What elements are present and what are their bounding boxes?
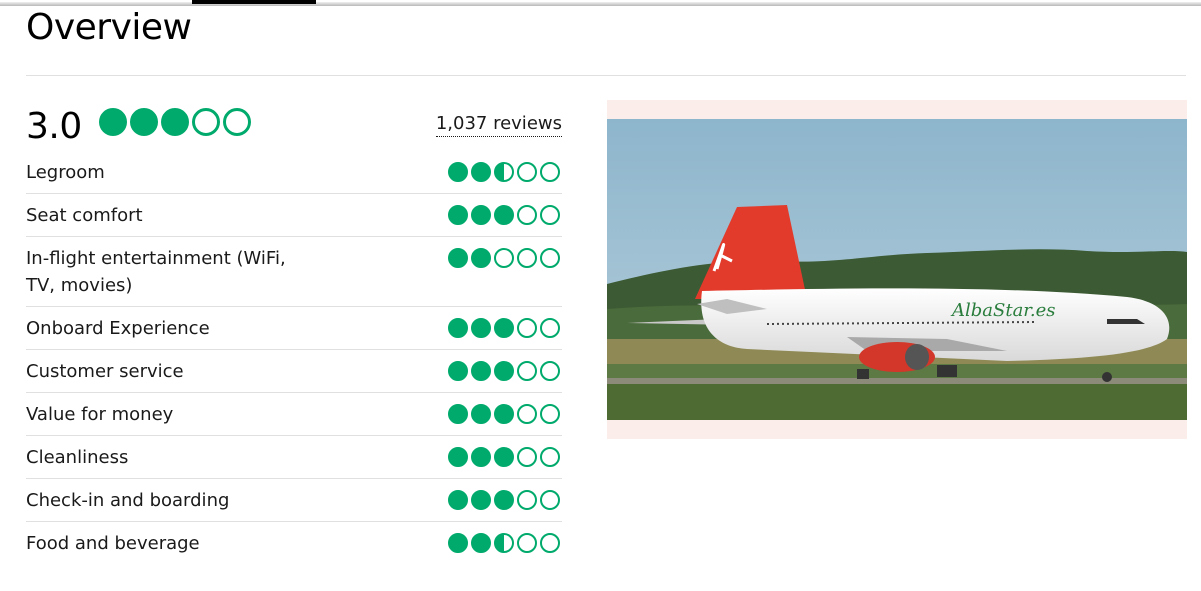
rating-row: Legroom [26, 151, 562, 194]
overview-page: Overview 3.0 1,037 reviews Legroom Seat c… [0, 0, 1201, 591]
rating-bubble [448, 361, 468, 381]
overall-rating: 3.0 1,037 reviews [26, 100, 562, 150]
airline-photo[interactable]: AlbaStar.es [607, 100, 1187, 439]
rating-bubble [494, 533, 514, 553]
rating-bubble [494, 162, 514, 182]
reviews-link[interactable]: 1,037 reviews [435, 112, 562, 137]
rating-bubble [517, 162, 537, 182]
rating-bubble [540, 404, 560, 424]
rating-bubble [540, 318, 560, 338]
rating-bubble [471, 404, 491, 424]
rating-bubble [494, 318, 514, 338]
rating-bubble [540, 447, 560, 467]
page-title: Overview [26, 7, 192, 48]
rating-bubble [448, 162, 468, 182]
rating-bubble [540, 162, 560, 182]
rating-bubble [540, 205, 560, 225]
rating-bubble [448, 404, 468, 424]
rating-bubbles [448, 162, 560, 182]
rating-label: Cleanliness [26, 447, 129, 468]
rating-bubble [471, 205, 491, 225]
rating-label: Check-in and boarding [26, 490, 230, 511]
rating-bubble [448, 318, 468, 338]
rating-row: Onboard Experience [26, 307, 562, 350]
rating-bubble [494, 447, 514, 467]
rating-bubbles [448, 205, 560, 225]
rating-bubble [540, 361, 560, 381]
rating-bubble [494, 361, 514, 381]
rating-bubble [471, 361, 491, 381]
rating-bubbles [448, 318, 560, 338]
rating-bubbles [448, 447, 560, 467]
rating-bubble [471, 248, 491, 268]
rating-bubble [494, 404, 514, 424]
rating-bubble [517, 205, 537, 225]
rating-bubble [540, 490, 560, 510]
rating-bubble [494, 490, 514, 510]
rating-bubble [540, 248, 560, 268]
airplane-photo-image: AlbaStar.es [607, 119, 1187, 420]
rating-label: Customer service [26, 361, 184, 382]
rating-row: Food and beverage [26, 522, 562, 565]
rating-bubble [540, 533, 560, 553]
rating-bubble [517, 248, 537, 268]
rating-bubble [448, 205, 468, 225]
rating-label: Legroom [26, 162, 105, 183]
rating-label: Onboard Experience [26, 318, 210, 339]
rating-bubble [494, 205, 514, 225]
rating-bubble [517, 361, 537, 381]
rating-bubble [471, 318, 491, 338]
rating-bubble [471, 447, 491, 467]
rating-label: Seat comfort [26, 205, 143, 226]
overall-score: 3.0 [26, 106, 82, 147]
rating-row: Check-in and boarding [26, 479, 562, 522]
rating-bubble [192, 108, 220, 136]
rating-bubble [448, 490, 468, 510]
rating-row: In-flight entertainment (WiFi, TV, movie… [26, 237, 562, 307]
rating-bubble [99, 108, 127, 136]
rating-row: Cleanliness [26, 436, 562, 479]
rating-bubbles [448, 404, 560, 424]
rating-bubble [471, 162, 491, 182]
rating-bubble [494, 248, 514, 268]
rating-bubble [471, 533, 491, 553]
rating-bubble [517, 533, 537, 553]
rating-row: Value for money [26, 393, 562, 436]
rating-row: Seat comfort [26, 194, 562, 237]
rating-bubbles [448, 490, 560, 510]
rating-bubble [471, 490, 491, 510]
rating-breakdown-list: Legroom Seat comfort In-flight entertainme… [26, 151, 562, 565]
rating-label: Food and beverage [26, 533, 200, 554]
rating-label: In-flight entertainment (WiFi, TV, movie… [26, 248, 286, 296]
overall-bubble-rating [99, 108, 251, 136]
active-tab-indicator[interactable] [192, 0, 316, 4]
rating-bubble [448, 447, 468, 467]
rating-bubble [223, 108, 251, 136]
rating-bubbles [448, 248, 560, 268]
rating-bubble [130, 108, 158, 136]
rating-bubble [517, 447, 537, 467]
rating-bubble [448, 533, 468, 553]
rating-bubbles [448, 533, 560, 553]
rating-bubble [517, 318, 537, 338]
rating-bubble [517, 404, 537, 424]
rating-bubble [161, 108, 189, 136]
rating-bubble [517, 490, 537, 510]
rating-bubble [448, 248, 468, 268]
section-divider [26, 75, 1186, 76]
livery-text: AlbaStar.es [950, 300, 1056, 321]
rating-bubbles [448, 361, 560, 381]
rating-label: Value for money [26, 404, 174, 425]
rating-row: Customer service [26, 350, 562, 393]
